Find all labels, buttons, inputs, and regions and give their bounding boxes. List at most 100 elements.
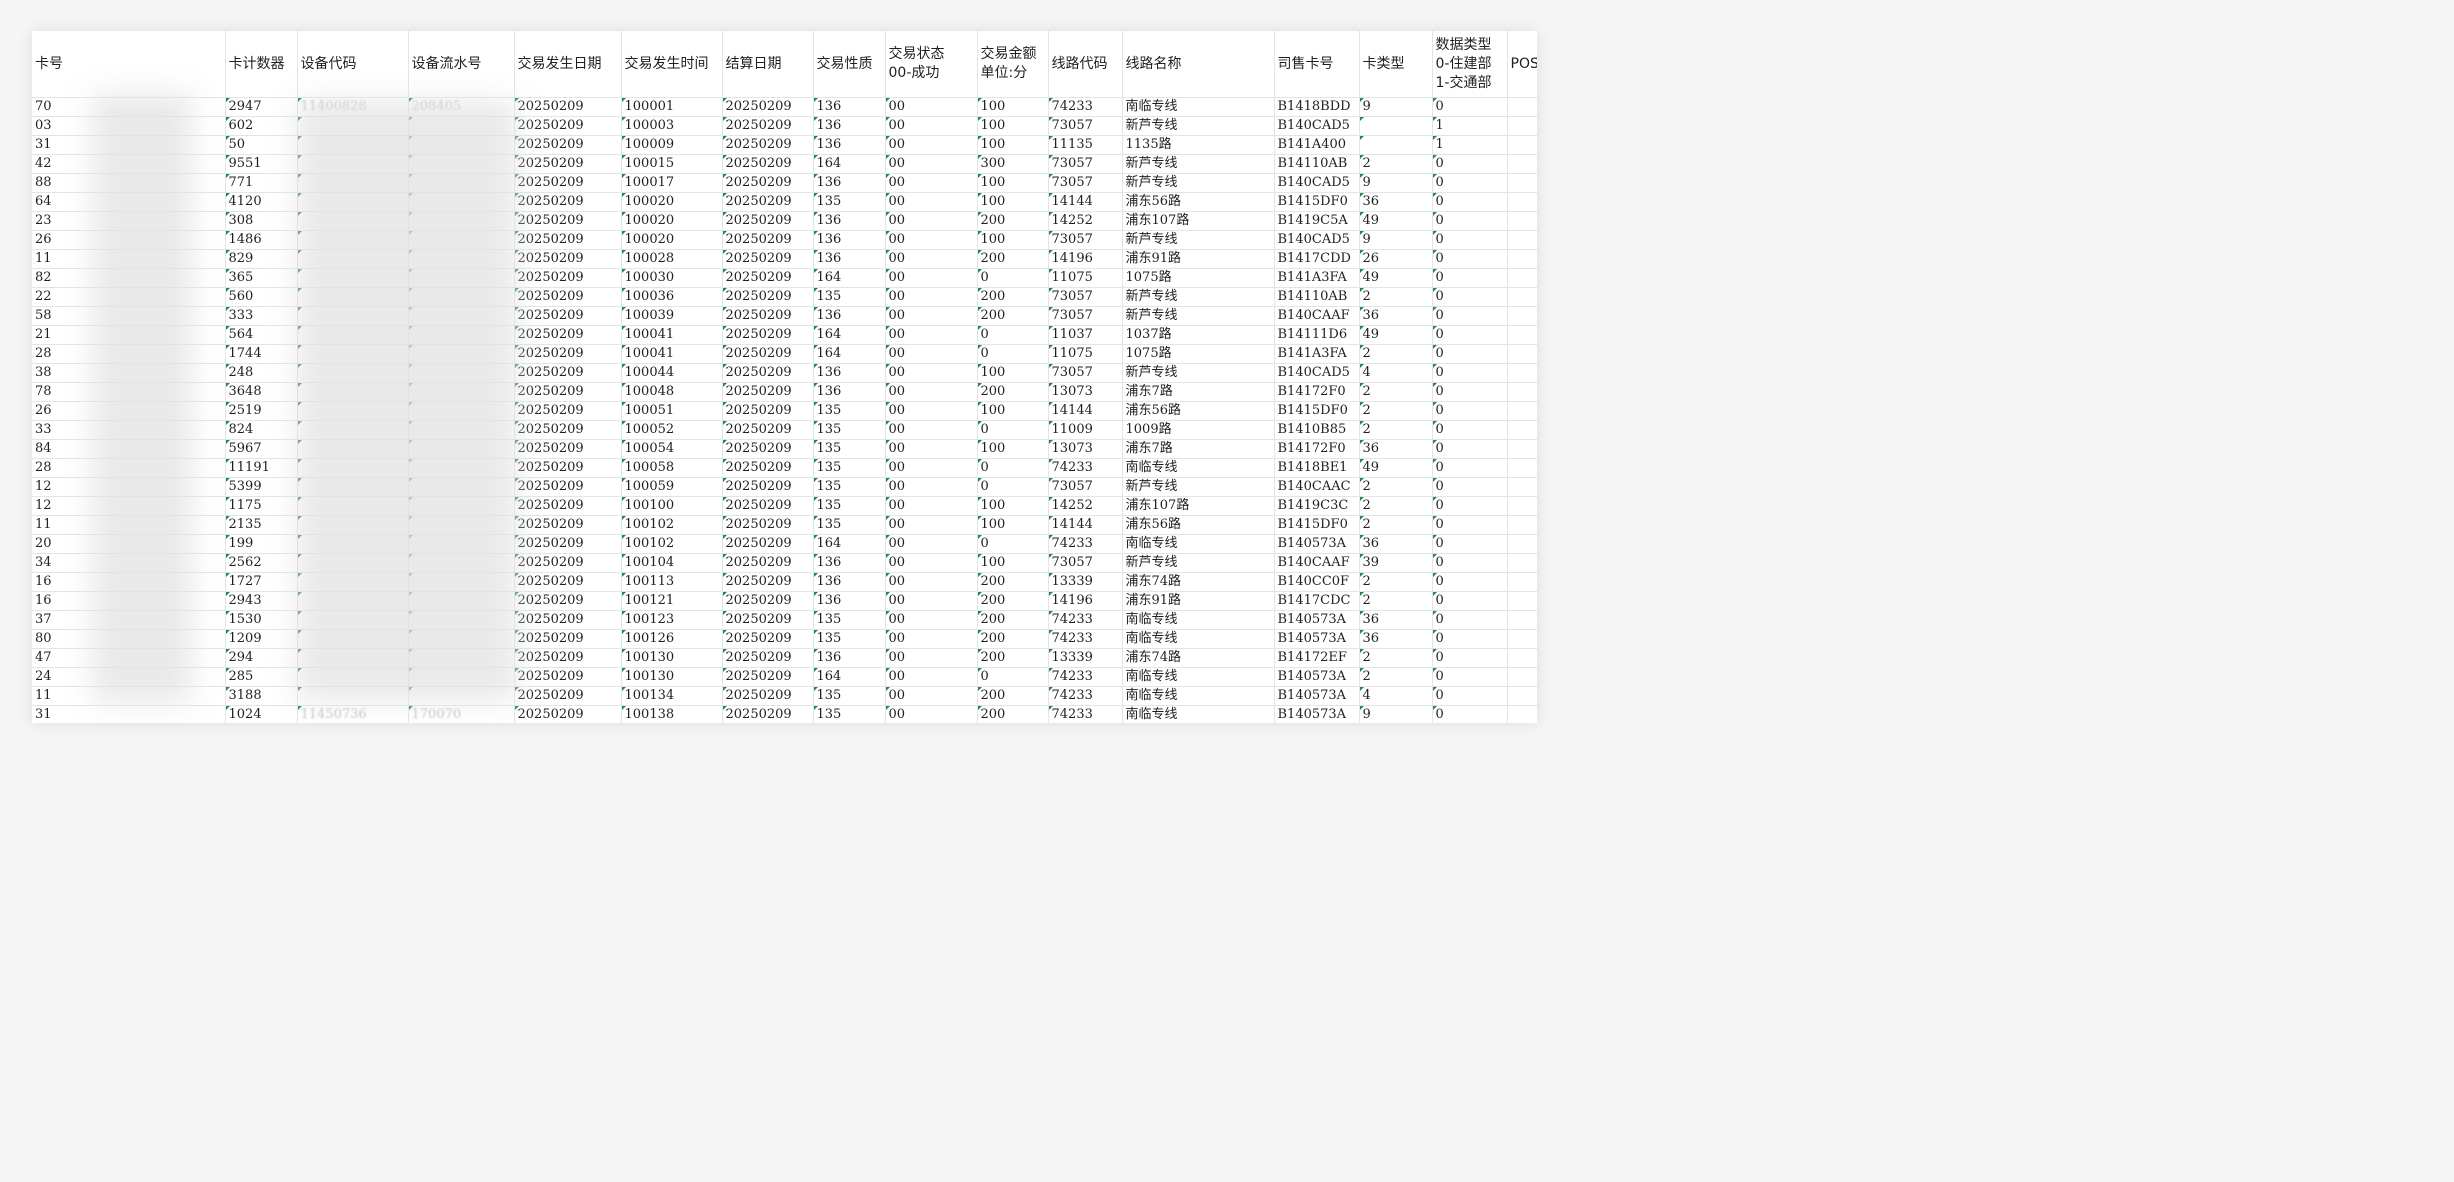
device-serial-cell[interactable] [408, 325, 515, 345]
line-code-cell[interactable]: 11075 [1048, 344, 1123, 364]
trade-nature-cell[interactable]: 136 [813, 230, 886, 250]
trade-nature-cell[interactable]: 135 [813, 439, 886, 459]
data-type-cell[interactable]: 0 [1432, 363, 1508, 383]
device-serial-cell[interactable] [408, 667, 515, 687]
trade-nature-cell[interactable]: 136 [813, 572, 886, 592]
device-code-cell[interactable] [297, 135, 409, 155]
settle-date-cell[interactable]: 20250209 [722, 648, 814, 668]
column-header[interactable]: 交易发生日期 [514, 31, 622, 98]
table-row[interactable]: 24 285 20250209 100130 20250209 164 00 0 74233 南临… [32, 667, 1537, 687]
table-row[interactable]: 34 2562 20250209 100104 20250209 136 00 100 7305… [32, 553, 1537, 573]
trade-time-cell[interactable]: 100028 [621, 249, 723, 269]
card-number-cell[interactable]: 31 [32, 135, 226, 155]
card-type-cell[interactable]: 2 [1359, 496, 1433, 516]
pos-terminal-cell[interactable] [1507, 572, 1537, 592]
trade-date-cell[interactable]: 20250209 [514, 667, 622, 687]
line-name-cell[interactable]: 浦东7路 [1122, 439, 1275, 459]
device-serial-cell[interactable] [408, 420, 515, 440]
card-type-cell[interactable]: 9 [1359, 230, 1433, 250]
trade-amount-cell[interactable]: 100 [977, 553, 1049, 573]
data-type-cell[interactable]: 0 [1432, 572, 1508, 592]
trade-time-cell[interactable]: 100102 [621, 515, 723, 535]
settle-date-cell[interactable]: 20250209 [722, 268, 814, 288]
line-code-cell[interactable]: 73057 [1048, 363, 1123, 383]
driver-card-cell[interactable]: B1418BDD [1274, 97, 1360, 117]
trade-nature-cell[interactable]: 164 [813, 534, 886, 554]
trade-time-cell[interactable]: 100102 [621, 534, 723, 554]
trade-date-cell[interactable]: 20250209 [514, 610, 622, 630]
card-number-cell[interactable]: 23 [32, 211, 226, 231]
trade-amount-cell[interactable]: 200 [977, 306, 1049, 326]
card-number-cell[interactable]: 21 [32, 325, 226, 345]
card-counter-cell[interactable]: 285 [225, 667, 298, 687]
driver-card-cell[interactable]: B141A3FA [1274, 268, 1360, 288]
table-row[interactable]: 23 308 20250209 100020 20250209 136 00 200 14252… [32, 211, 1537, 231]
column-header[interactable]: 交易金额 单位:分 [977, 31, 1049, 98]
trade-time-cell[interactable]: 100020 [621, 192, 723, 212]
line-name-cell[interactable]: 浦东91路 [1122, 249, 1275, 269]
driver-card-cell[interactable]: B140CAD5 [1274, 230, 1360, 250]
driver-card-cell[interactable]: B140CAAF [1274, 553, 1360, 573]
trade-time-cell[interactable]: 100123 [621, 610, 723, 630]
driver-card-cell[interactable]: B140CAD5 [1274, 363, 1360, 383]
settle-date-cell[interactable]: 20250209 [722, 363, 814, 383]
device-serial-cell[interactable] [408, 591, 515, 611]
card-counter-cell[interactable]: 1175 [225, 496, 298, 516]
data-type-cell[interactable]: 1 [1432, 116, 1508, 136]
device-serial-cell[interactable] [408, 572, 515, 592]
trade-status-cell[interactable]: 00 [885, 401, 978, 421]
trade-nature-cell[interactable]: 136 [813, 173, 886, 193]
data-type-cell[interactable]: 0 [1432, 534, 1508, 554]
card-number-cell[interactable]: 22 [32, 287, 226, 307]
line-name-cell[interactable]: 南临专线 [1122, 534, 1275, 554]
trade-time-cell[interactable]: 100036 [621, 287, 723, 307]
settle-date-cell[interactable]: 20250209 [722, 230, 814, 250]
trade-status-cell[interactable]: 00 [885, 154, 978, 174]
data-type-cell[interactable]: 0 [1432, 686, 1508, 706]
trade-date-cell[interactable]: 20250209 [514, 344, 622, 364]
table-row[interactable]: 38 248 20250209 100044 20250209 136 00 100 73057… [32, 363, 1537, 383]
trade-status-cell[interactable]: 00 [885, 458, 978, 478]
pos-terminal-cell[interactable] [1507, 420, 1537, 440]
trade-nature-cell[interactable]: 136 [813, 382, 886, 402]
card-number-cell[interactable]: 16 [32, 572, 226, 592]
driver-card-cell[interactable]: B14110AB [1274, 154, 1360, 174]
card-counter-cell[interactable]: 2562 [225, 553, 298, 573]
trade-time-cell[interactable]: 100126 [621, 629, 723, 649]
trade-amount-cell[interactable]: 100 [977, 173, 1049, 193]
card-type-cell[interactable] [1359, 116, 1433, 136]
trade-status-cell[interactable]: 00 [885, 173, 978, 193]
trade-time-cell[interactable]: 100039 [621, 306, 723, 326]
trade-amount-cell[interactable]: 200 [977, 382, 1049, 402]
device-serial-cell[interactable] [408, 401, 515, 421]
trade-time-cell[interactable]: 100009 [621, 135, 723, 155]
trade-date-cell[interactable]: 20250209 [514, 287, 622, 307]
trade-amount-cell[interactable]: 100 [977, 116, 1049, 136]
settle-date-cell[interactable]: 20250209 [722, 306, 814, 326]
line-name-cell[interactable]: 新芦专线 [1122, 230, 1275, 250]
trade-time-cell[interactable]: 100138 [621, 705, 723, 723]
line-name-cell[interactable]: 南临专线 [1122, 97, 1275, 117]
table-row[interactable]: 47 294 20250209 100130 20250209 136 00 200 13339… [32, 648, 1537, 668]
trade-amount-cell[interactable]: 100 [977, 363, 1049, 383]
trade-time-cell[interactable]: 100020 [621, 211, 723, 231]
card-number-cell[interactable]: 24 [32, 667, 226, 687]
trade-nature-cell[interactable]: 136 [813, 135, 886, 155]
card-number-cell[interactable]: 11 [32, 686, 226, 706]
line-name-cell[interactable]: 浦东74路 [1122, 648, 1275, 668]
trade-time-cell[interactable]: 100134 [621, 686, 723, 706]
trade-date-cell[interactable]: 20250209 [514, 401, 622, 421]
trade-date-cell[interactable]: 20250209 [514, 458, 622, 478]
card-type-cell[interactable]: 2 [1359, 154, 1433, 174]
driver-card-cell[interactable]: B141A400 [1274, 135, 1360, 155]
settle-date-cell[interactable]: 20250209 [722, 401, 814, 421]
line-code-cell[interactable]: 73057 [1048, 553, 1123, 573]
data-type-cell[interactable]: 0 [1432, 344, 1508, 364]
device-serial-cell[interactable] [408, 534, 515, 554]
table-row[interactable]: 28 1744 20250209 100041 20250209 164 00 0 11075 1… [32, 344, 1537, 364]
line-name-cell[interactable]: 浦东107路 [1122, 211, 1275, 231]
trade-amount-cell[interactable]: 100 [977, 97, 1049, 117]
trade-time-cell[interactable]: 100020 [621, 230, 723, 250]
trade-time-cell[interactable]: 100030 [621, 268, 723, 288]
device-code-cell[interactable]: 11450736 [297, 705, 409, 723]
